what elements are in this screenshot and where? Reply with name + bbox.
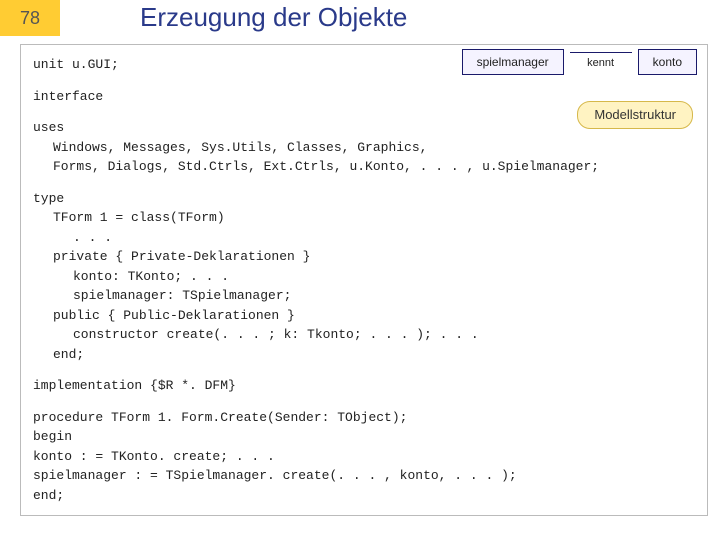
code-public: public { Public-Deklarationen } bbox=[53, 306, 695, 326]
code-private: private { Private-Deklarationen } bbox=[53, 247, 695, 267]
code-dots: . . . bbox=[73, 228, 695, 248]
code-assign-spielmanager: spielmanager : = TSpielmanager. create(.… bbox=[33, 466, 695, 486]
code-procedure: procedure TForm 1. Form.Create(Sender: T… bbox=[33, 408, 695, 428]
modellstruktur-badge: Modellstruktur bbox=[577, 101, 693, 129]
code-end: end; bbox=[53, 345, 695, 365]
code-type: type bbox=[33, 189, 695, 209]
slide-number: 78 bbox=[0, 0, 60, 36]
code-procedure-block: procedure TForm 1. Form.Create(Sender: T… bbox=[33, 408, 695, 506]
connector-label: kennt bbox=[587, 55, 614, 72]
code-implementation: implementation {$R *. DFM} bbox=[33, 376, 695, 396]
code-constructor: constructor create(. . . ; k: Tkonto; . … bbox=[73, 325, 695, 345]
slide-title: Erzeugung der Objekte bbox=[60, 0, 720, 36]
code-begin: begin bbox=[33, 427, 695, 447]
connector-line bbox=[570, 52, 632, 53]
code-class: TForm 1 = class(TForm) bbox=[53, 208, 695, 228]
code-private-konto: konto: TKonto; . . . bbox=[73, 267, 695, 287]
diagram-box-konto: konto bbox=[638, 49, 697, 75]
diagram-connector: kennt bbox=[570, 52, 632, 72]
code-uses-line2: Forms, Dialogs, Std.Ctrls, Ext.Ctrls, u.… bbox=[53, 157, 695, 177]
slide-body: spielmanager kennt konto Modellstruktur … bbox=[20, 44, 708, 516]
code-uses-line1: Windows, Messages, Sys.Utils, Classes, G… bbox=[53, 138, 695, 158]
slide-header: 78 Erzeugung der Objekte bbox=[0, 0, 720, 36]
uml-diagram: spielmanager kennt konto bbox=[462, 49, 697, 75]
code-end2: end; bbox=[33, 486, 695, 506]
code-type-block: type TForm 1 = class(TForm) . . . privat… bbox=[33, 189, 695, 365]
code-assign-konto: konto : = TKonto. create; . . . bbox=[33, 447, 695, 467]
diagram-box-spielmanager: spielmanager bbox=[462, 49, 564, 75]
code-private-spielmanager: spielmanager: TSpielmanager; bbox=[73, 286, 695, 306]
